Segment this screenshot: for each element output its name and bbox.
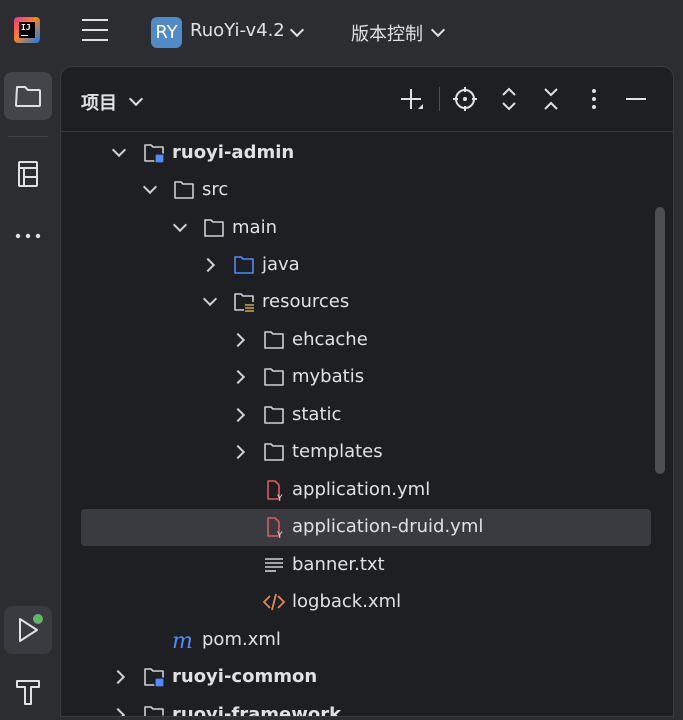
tree-row-selected[interactable]: Y application-druid.yml <box>61 509 673 546</box>
folder-icon <box>264 331 284 349</box>
yaml-file-icon: Y <box>267 517 283 539</box>
chevron-down-icon[interactable] <box>111 142 127 158</box>
module-folder-icon <box>144 144 165 164</box>
tree-row[interactable]: ehcache <box>61 322 673 359</box>
tree-label: ehcache <box>292 329 368 350</box>
chevron-right-icon[interactable] <box>230 332 246 348</box>
folder-icon <box>264 368 284 386</box>
more-tools-button[interactable] <box>4 212 52 260</box>
project-name: RuoYi-v4.2 <box>190 20 285 41</box>
tree-label: templates <box>292 441 383 462</box>
build-tool-button[interactable] <box>4 668 52 716</box>
tree-row[interactable]: Y application.yml <box>61 472 673 509</box>
run-tool-button[interactable] <box>4 606 52 654</box>
locate-icon[interactable] <box>451 85 479 113</box>
folder-icon <box>174 181 194 199</box>
chevron-right-icon[interactable] <box>200 257 216 273</box>
tree-row[interactable]: banner.txt <box>61 547 673 584</box>
module-folder-icon <box>144 668 165 688</box>
build-hammer-icon <box>16 680 40 705</box>
xml-file-icon <box>262 593 286 611</box>
tree-label: pom.xml <box>202 629 281 650</box>
tree-label: banner.txt <box>292 554 385 575</box>
chevron-right-icon[interactable] <box>110 707 126 716</box>
yaml-file-icon: Y <box>267 480 283 502</box>
tree-label: logback.xml <box>292 591 402 612</box>
tree-label: static <box>292 404 342 425</box>
svg-text:m: m <box>172 629 193 652</box>
chevron-down-icon[interactable] <box>142 179 158 195</box>
resource-folder-icon <box>234 293 255 313</box>
chevron-down-icon[interactable] <box>202 291 218 307</box>
options-icon[interactable] <box>580 85 608 113</box>
folder-icon <box>264 443 284 461</box>
hamburger-menu-icon[interactable] <box>82 19 108 43</box>
folder-icon <box>15 86 41 107</box>
chevron-right-icon[interactable] <box>230 369 246 385</box>
vcs-label: 版本控制 <box>351 24 423 45</box>
tree-row[interactable]: mybatis <box>61 359 673 396</box>
chevron-down-icon <box>128 91 144 107</box>
tree-row[interactable]: src <box>61 172 673 209</box>
project-panel: 项目 ruoyi-admin src main java resources e… <box>60 66 674 717</box>
chevron-down-icon[interactable] <box>172 217 188 233</box>
header-separator <box>439 87 440 111</box>
chevron-right-icon[interactable] <box>110 669 126 685</box>
tree-label: resources <box>262 291 350 312</box>
run-icon <box>19 614 43 642</box>
tree-label: java <box>262 254 300 275</box>
structure-icon <box>18 161 38 187</box>
tree-label: main <box>232 217 277 238</box>
expand-all-icon[interactable] <box>495 85 523 113</box>
add-icon[interactable] <box>397 85 425 113</box>
panel-title: 项目 <box>81 93 117 114</box>
tree-row[interactable]: ruoyi-admin <box>61 135 673 172</box>
tree-label: ruoyi-framework <box>172 704 342 717</box>
tree-row[interactable]: java <box>61 247 673 284</box>
structure-tool-button[interactable] <box>4 150 52 198</box>
tree-row[interactable]: logback.xml <box>61 584 673 621</box>
tree-label: application-druid.yml <box>292 516 484 537</box>
tree-label: src <box>202 179 229 200</box>
chevron-down-icon <box>430 22 446 38</box>
maven-file-icon: m <box>172 629 193 652</box>
tree-row[interactable]: m pom.xml <box>61 622 673 659</box>
chevron-right-icon[interactable] <box>230 444 246 460</box>
tree-row[interactable]: static <box>61 397 673 434</box>
source-folder-icon <box>234 256 254 274</box>
tree-row[interactable]: main <box>61 210 673 247</box>
folder-icon <box>204 219 224 237</box>
tree-label: ruoyi-common <box>172 666 318 687</box>
tree-label: application.yml <box>292 479 431 500</box>
tool-window-strip <box>0 64 60 715</box>
project-tool-button[interactable] <box>4 72 52 120</box>
project-badge: RY <box>151 17 182 48</box>
tree-row[interactable]: ruoyi-framework <box>61 697 673 717</box>
hide-icon[interactable] <box>622 85 650 113</box>
svg-text:Y: Y <box>276 531 283 539</box>
more-icon <box>15 233 41 239</box>
panel-header: 项目 <box>61 67 673 132</box>
tree-row[interactable]: resources <box>61 284 673 321</box>
collapse-all-icon[interactable] <box>537 85 565 113</box>
folder-icon <box>264 406 284 424</box>
tree-row[interactable]: ruoyi-common <box>61 659 673 696</box>
app-logo-icon[interactable]: IJ <box>14 17 40 43</box>
title-bar: IJ RY RuoYi-v4.2 版本控制 <box>0 0 683 64</box>
tree-row[interactable]: templates <box>61 434 673 471</box>
tree-label: mybatis <box>292 366 365 387</box>
text-file-icon <box>265 558 283 572</box>
svg-text:Y: Y <box>276 494 283 502</box>
chevron-down-icon <box>289 22 305 38</box>
chevron-right-icon[interactable] <box>230 407 246 423</box>
tree-label: ruoyi-admin <box>172 142 295 163</box>
divider <box>8 136 48 137</box>
vertical-scrollbar[interactable] <box>655 207 665 474</box>
